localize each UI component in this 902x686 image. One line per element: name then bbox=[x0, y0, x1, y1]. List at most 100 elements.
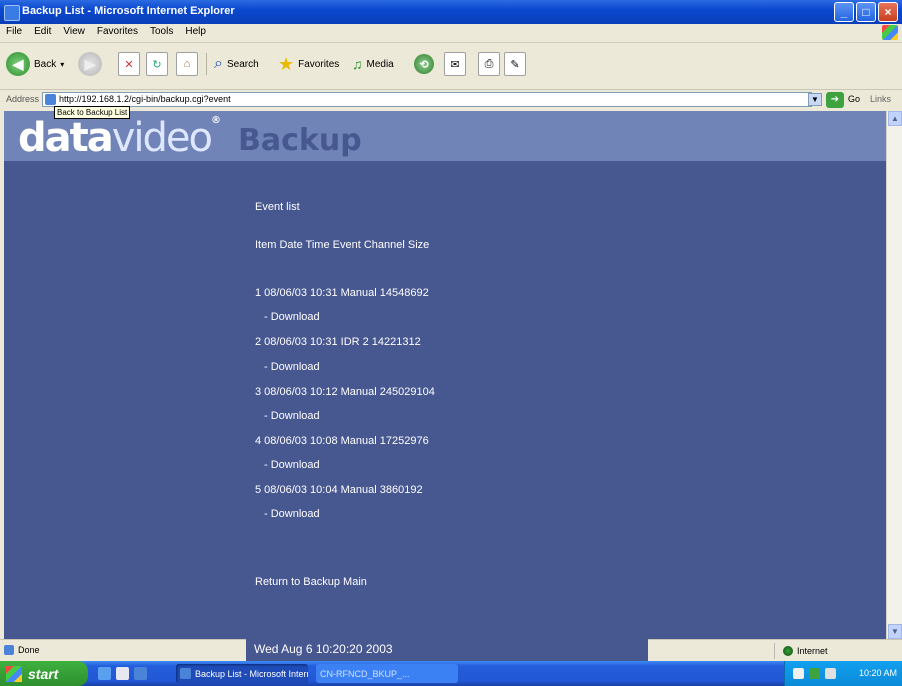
search-button[interactable]: ⌕ Search bbox=[214, 49, 259, 79]
download-link[interactable]: - Download bbox=[264, 508, 320, 520]
mail-button[interactable]: ✉ bbox=[444, 49, 466, 79]
menu-bar: File Edit View Favorites Tools Help bbox=[0, 24, 902, 43]
mail-icon: ✉ bbox=[444, 52, 466, 76]
menu-edit[interactable]: Edit bbox=[28, 24, 57, 39]
stop-button[interactable]: ✕ bbox=[118, 49, 140, 79]
address-bar: Address http://192.168.1.2/cgi-bin/backu… bbox=[0, 90, 902, 110]
event-row: 4 08/06/03 10:08 Manual 17252976 bbox=[255, 435, 429, 447]
download-link[interactable]: - Download bbox=[264, 311, 320, 323]
chevron-down-icon: ▾ bbox=[60, 59, 65, 69]
tooltip: Back to Backup List bbox=[54, 106, 131, 119]
system-tray: 10:20 AM bbox=[784, 661, 902, 686]
download-link[interactable]: - Download bbox=[264, 361, 320, 373]
refresh-icon: ↻ bbox=[146, 52, 168, 76]
taskbar-item-ie[interactable]: Backup List - Microsoft Internet Explore… bbox=[176, 664, 308, 683]
home-icon: ⌂ bbox=[176, 52, 198, 76]
page-title: Backup bbox=[238, 123, 362, 158]
menu-file[interactable]: File bbox=[0, 24, 28, 39]
window-title-bar: Backup List - Microsoft Internet Explore… bbox=[0, 0, 902, 24]
address-url: http://192.168.1.2/cgi-bin/backup.cgi?ev… bbox=[59, 94, 231, 104]
event-row: 1 08/06/03 10:31 Manual 14548692 bbox=[255, 287, 429, 299]
server-datetime: Wed Aug 6 10:20:20 2003 bbox=[246, 636, 648, 662]
ie-task-icon bbox=[180, 668, 191, 679]
header-banner: datavideo® Backup bbox=[4, 111, 886, 161]
download-link[interactable]: - Download bbox=[264, 410, 320, 422]
search-icon: ⌕ bbox=[214, 55, 223, 72]
address-dropdown-icon[interactable]: ▼ bbox=[808, 93, 822, 106]
home-button[interactable]: ⌂ bbox=[176, 49, 198, 79]
address-label: Address bbox=[6, 94, 40, 104]
event-row: 5 08/06/03 10:04 Manual 3860192 bbox=[255, 484, 423, 496]
page-content: datavideo® Backup Event list Item Date T… bbox=[4, 111, 886, 639]
windows-flag-icon bbox=[6, 665, 22, 682]
favorites-button[interactable]: ★ Favorites bbox=[278, 49, 339, 79]
network-icon[interactable] bbox=[793, 668, 804, 679]
task-label: Backup List - Microsoft Internet Explore… bbox=[195, 668, 308, 679]
stop-icon: ✕ bbox=[118, 52, 140, 76]
menu-help[interactable]: Help bbox=[179, 24, 212, 39]
back-label: Back bbox=[34, 58, 57, 70]
zone-label: Internet bbox=[797, 646, 828, 656]
scroll-up-icon[interactable]: ▲ bbox=[888, 111, 902, 126]
clock: 10:20 AM bbox=[858, 668, 897, 678]
task-label: CN-RFNCD_BKUP_... bbox=[320, 668, 410, 679]
print-icon: ⎙ bbox=[478, 52, 500, 76]
search-label: Search bbox=[226, 58, 259, 70]
go-arrow-icon[interactable]: ➔ bbox=[826, 92, 844, 108]
event-row: 2 08/06/03 10:31 IDR 2 14221312 bbox=[255, 336, 421, 348]
datavideo-logo: datavideo® bbox=[18, 115, 221, 161]
media-icon: ♫ bbox=[352, 56, 363, 72]
start-button[interactable]: start bbox=[0, 661, 88, 686]
menu-tools[interactable]: Tools bbox=[144, 24, 179, 39]
go-button[interactable]: Go bbox=[848, 94, 860, 104]
refresh-button[interactable]: ↻ bbox=[146, 49, 168, 79]
volume-icon[interactable] bbox=[825, 668, 836, 679]
toolbar: ◀ Back ▾ ▶ ✕ ↻ ⌂ ⌕ Search ★ Favorites ♫ … bbox=[0, 43, 902, 90]
history-button[interactable]: ⟲ bbox=[414, 49, 434, 79]
favorites-label: Favorites bbox=[298, 58, 340, 70]
forward-button[interactable]: ▶ bbox=[78, 49, 102, 79]
edit-icon: ✎ bbox=[504, 52, 526, 76]
windows-logo-icon bbox=[882, 25, 898, 40]
antivirus-icon[interactable] bbox=[809, 668, 820, 679]
toolbar-divider bbox=[206, 53, 207, 75]
ie-icon bbox=[4, 5, 20, 21]
history-icon: ⟲ bbox=[414, 54, 434, 74]
download-link[interactable]: - Download bbox=[264, 459, 320, 471]
internet-globe-icon bbox=[783, 646, 793, 656]
vertical-scrollbar[interactable]: ▲ ▼ bbox=[886, 111, 902, 639]
page-done-icon bbox=[4, 645, 14, 655]
scroll-down-icon[interactable]: ▼ bbox=[888, 624, 902, 639]
menu-favorites[interactable]: Favorites bbox=[91, 24, 144, 39]
window-title: Backup List - Microsoft Internet Explore… bbox=[22, 5, 235, 17]
close-button[interactable]: × bbox=[878, 2, 898, 22]
status-done-label: Done bbox=[18, 645, 40, 655]
security-zone: Internet bbox=[774, 643, 902, 659]
back-arrow-icon: ◀ bbox=[6, 52, 30, 76]
status-bar: Done Wed Aug 6 10:20:20 2003 Internet bbox=[0, 636, 902, 662]
maximize-button[interactable]: □ bbox=[856, 2, 876, 22]
edit-button[interactable]: ✎ bbox=[504, 49, 526, 79]
print-button[interactable]: ⎙ bbox=[478, 49, 500, 79]
media-label: Media bbox=[366, 58, 394, 70]
event-row: 3 08/06/03 10:12 Manual 245029104 bbox=[255, 386, 435, 398]
page-icon bbox=[45, 94, 56, 105]
start-label: start bbox=[28, 665, 59, 682]
address-input[interactable]: http://192.168.1.2/cgi-bin/backup.cgi?ev… bbox=[42, 92, 812, 107]
media-button[interactable]: ♫ Media bbox=[352, 49, 394, 79]
explorer-icon[interactable] bbox=[116, 667, 129, 680]
minimize-button[interactable]: _ bbox=[834, 2, 854, 22]
taskbar-item-other[interactable]: CN-RFNCD_BKUP_... bbox=[316, 664, 458, 683]
menu-view[interactable]: View bbox=[57, 24, 91, 39]
event-list-header: Item Date Time Event Channel Size bbox=[255, 239, 430, 251]
links-button[interactable]: Links bbox=[870, 94, 891, 104]
forward-arrow-icon: ▶ bbox=[78, 52, 102, 76]
favorites-star-icon: ★ bbox=[278, 53, 295, 74]
back-button[interactable]: ◀ Back ▾ bbox=[6, 49, 64, 79]
ie-quicklaunch-icon[interactable] bbox=[134, 667, 147, 680]
show-desktop-icon[interactable] bbox=[98, 667, 111, 680]
event-list-title: Event list bbox=[255, 201, 300, 213]
status-text: Done bbox=[4, 645, 40, 655]
return-to-backup-main-link[interactable]: Return to Backup Main bbox=[255, 576, 367, 588]
taskbar: start Backup List - Microsoft Internet E… bbox=[0, 661, 902, 686]
